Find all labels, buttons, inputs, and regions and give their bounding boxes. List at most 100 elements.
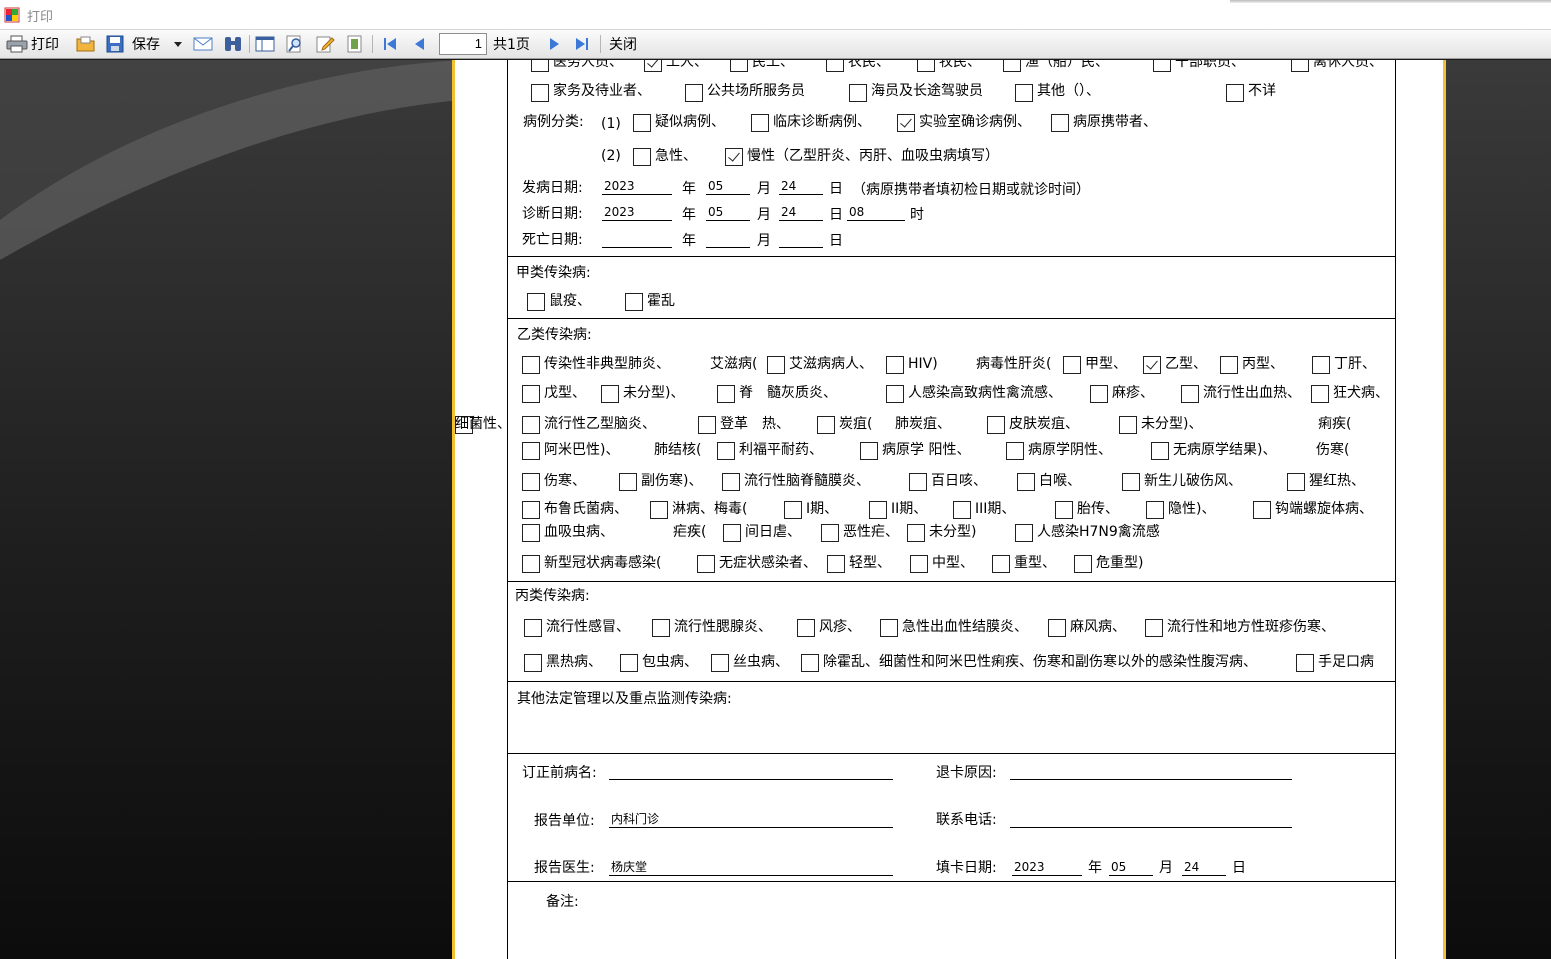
option-checkbox[interactable] — [767, 356, 785, 374]
option-checkbox[interactable] — [522, 555, 540, 573]
option-checkbox[interactable] — [1048, 619, 1066, 637]
option-checkbox[interactable] — [1226, 84, 1244, 102]
option-checkbox[interactable] — [652, 619, 670, 637]
option-checkbox[interactable] — [1220, 356, 1238, 374]
option-checkbox[interactable] — [886, 356, 904, 374]
option-checkbox[interactable] — [860, 442, 878, 460]
onset-year[interactable]: 2023 — [602, 179, 672, 195]
option-checkbox[interactable] — [1311, 385, 1329, 403]
find-button[interactable] — [223, 33, 243, 55]
option-checkbox[interactable] — [1090, 385, 1108, 403]
option-checkbox[interactable] — [817, 416, 835, 434]
option-checkbox[interactable] — [1291, 60, 1309, 72]
last-page-button[interactable] — [573, 33, 591, 55]
option-checkbox[interactable] — [601, 385, 619, 403]
option-checkbox[interactable] — [1296, 654, 1314, 672]
option-checkbox[interactable] — [1003, 60, 1021, 72]
open-button[interactable] — [76, 33, 96, 55]
option-checkbox[interactable] — [633, 114, 651, 132]
option-checkbox[interactable] — [917, 60, 935, 72]
option-checkbox[interactable] — [619, 473, 637, 491]
option-checkbox[interactable] — [730, 60, 748, 72]
page-layout-button[interactable] — [255, 33, 275, 55]
revise-field[interactable] — [609, 764, 893, 780]
diagnosis-hour[interactable]: 08 — [847, 205, 905, 221]
option-checkbox[interactable] — [625, 293, 643, 311]
option-checkbox[interactable] — [698, 416, 716, 434]
option-checkbox[interactable] — [717, 385, 735, 403]
onset-day[interactable]: 24 — [779, 179, 823, 195]
option-checkbox[interactable] — [907, 524, 925, 542]
option-checkbox[interactable] — [1055, 501, 1073, 519]
option-checkbox[interactable] — [717, 442, 735, 460]
option-checkbox[interactable] — [801, 654, 819, 672]
previous-page-button[interactable] — [411, 33, 429, 55]
option-checkbox[interactable] — [1153, 60, 1171, 72]
option-checkbox[interactable] — [1017, 473, 1035, 491]
option-checkbox[interactable] — [869, 501, 887, 519]
option-checkbox[interactable] — [644, 60, 662, 72]
close-button[interactable]: 关闭 — [609, 33, 637, 55]
option-checkbox[interactable] — [910, 555, 928, 573]
option-checkbox[interactable] — [849, 84, 867, 102]
fill-year[interactable]: 2023 — [1012, 860, 1082, 876]
option-checkbox[interactable] — [522, 385, 540, 403]
option-checkbox[interactable] — [1074, 555, 1092, 573]
death-month[interactable] — [706, 232, 750, 248]
page-number-input[interactable]: 1 — [439, 33, 487, 55]
fill-day[interactable]: 24 — [1182, 860, 1226, 876]
option-checkbox[interactable] — [620, 654, 638, 672]
option-checkbox[interactable] — [723, 524, 741, 542]
option-checkbox[interactable] — [953, 501, 971, 519]
option-checkbox[interactable] — [826, 60, 844, 72]
option-checkbox[interactable] — [1287, 473, 1305, 491]
option-checkbox[interactable] — [1006, 442, 1024, 460]
death-year[interactable] — [602, 232, 672, 248]
option-checkbox[interactable] — [1015, 524, 1033, 542]
report-unit-field[interactable]: 内科门诊 — [609, 812, 893, 828]
option-checkbox[interactable] — [827, 555, 845, 573]
option-checkbox[interactable] — [650, 501, 668, 519]
mail-button[interactable] — [193, 33, 213, 55]
option-checkbox[interactable] — [1253, 501, 1271, 519]
option-checkbox[interactable] — [1051, 114, 1069, 132]
option-checkbox[interactable] — [522, 501, 540, 519]
option-checkbox[interactable] — [897, 114, 915, 132]
option-checkbox[interactable] — [697, 555, 715, 573]
return-reason-field[interactable] — [1010, 764, 1292, 780]
diagnosis-month[interactable]: 05 — [706, 205, 750, 221]
death-day[interactable] — [779, 232, 823, 248]
option-checkbox[interactable] — [527, 293, 545, 311]
save-dropdown[interactable] — [173, 33, 183, 55]
diagnosis-day[interactable]: 24 — [779, 205, 823, 221]
option-checkbox[interactable] — [725, 148, 743, 166]
option-checkbox[interactable] — [522, 442, 540, 460]
option-checkbox[interactable] — [909, 473, 927, 491]
option-checkbox[interactable] — [522, 524, 540, 542]
option-checkbox[interactable] — [751, 114, 769, 132]
option-checkbox[interactable] — [992, 555, 1010, 573]
option-checkbox[interactable] — [522, 356, 540, 374]
doctor-field[interactable]: 杨庆堂 — [609, 860, 893, 876]
option-checkbox[interactable] — [1063, 356, 1081, 374]
zoom-button[interactable] — [285, 33, 305, 55]
option-checkbox[interactable] — [880, 619, 898, 637]
option-checkbox[interactable] — [987, 416, 1005, 434]
option-checkbox[interactable] — [1122, 473, 1140, 491]
option-checkbox[interactable] — [1312, 356, 1330, 374]
option-checkbox[interactable] — [1145, 619, 1163, 637]
option-checkbox[interactable] — [711, 654, 729, 672]
option-checkbox[interactable] — [784, 501, 802, 519]
option-checkbox[interactable] — [531, 84, 549, 102]
option-checkbox[interactable] — [1143, 356, 1161, 374]
option-checkbox[interactable] — [524, 654, 542, 672]
option-checkbox[interactable] — [1119, 416, 1137, 434]
option-checkbox[interactable] — [797, 619, 815, 637]
option-checkbox[interactable] — [886, 385, 904, 403]
option-checkbox[interactable] — [531, 60, 549, 72]
option-checkbox[interactable] — [524, 619, 542, 637]
save-button[interactable]: 保存 — [106, 33, 160, 55]
edit-page-button[interactable] — [315, 33, 335, 55]
option-checkbox[interactable] — [1015, 84, 1033, 102]
print-button[interactable]: 打印 — [6, 33, 59, 55]
